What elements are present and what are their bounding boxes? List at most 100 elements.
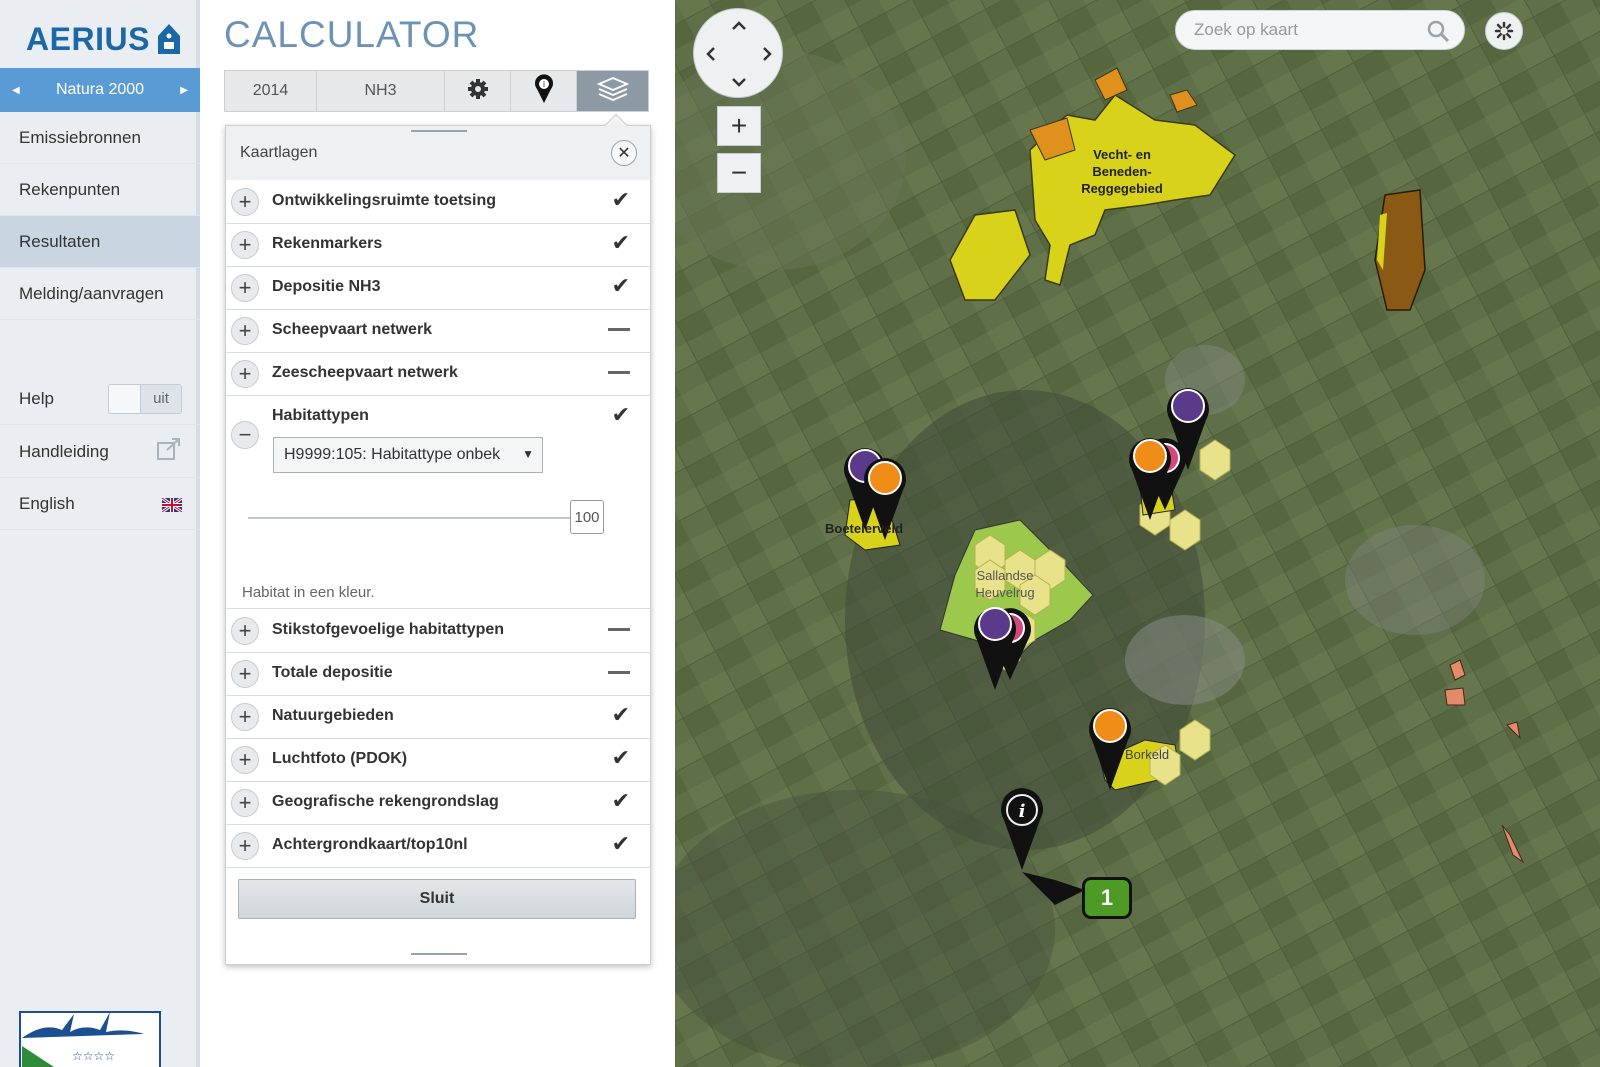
dash-icon[interactable] — [608, 328, 630, 331]
map-marker-icon: i — [534, 73, 554, 109]
aerius-logo[interactable]: AERIUS — [26, 16, 186, 62]
layer-label: Natuurgebieden — [272, 707, 394, 724]
drag-handle-top[interactable] — [411, 130, 467, 132]
dash-icon[interactable] — [608, 371, 630, 374]
area-label-boetelerveld: Boetelerveld — [825, 521, 904, 536]
layer-row-rekenmarkers[interactable]: + Rekenmarkers ✔ — [226, 223, 650, 267]
layer-label: Depositie NH3 — [272, 278, 381, 295]
substance-button[interactable]: NH3 — [317, 71, 445, 111]
drag-handle-bottom[interactable] — [411, 953, 467, 955]
layer-row-scheepvaart[interactable]: + Scheepvaart netwerk — [226, 309, 650, 353]
checkmark-icon[interactable]: ✔ — [612, 747, 630, 769]
close-icon[interactable]: ✕ — [611, 140, 637, 166]
layer-row-stikstofgevoelige[interactable]: + Stikstofgevoelige habitattypen — [226, 609, 650, 653]
scope-selector[interactable]: ◀ Natura 2000 ▶ — [0, 68, 200, 112]
layers-panel: Kaartlagen ✕ + Ontwikkelingsruimte toets… — [225, 113, 651, 965]
house-icon — [156, 22, 182, 56]
habitat-type-select[interactable]: H9999:105: Habitattype onbek ▼ — [273, 437, 543, 473]
opacity-slider[interactable] — [248, 517, 570, 519]
nav-item-rekenpunten[interactable]: Rekenpunten — [0, 164, 200, 216]
layer-label: Habitattypen — [272, 407, 369, 424]
language-label: English — [19, 493, 75, 513]
layer-label: Luchtfoto (PDOK) — [272, 750, 408, 767]
map-view[interactable]: i Vecht- en Beneden-Reggegebied Boeteler… — [675, 0, 1600, 1067]
toggle-value: uit — [141, 384, 181, 413]
nav-item-melding[interactable]: Melding/aanvragen — [0, 268, 200, 320]
pan-control[interactable] — [693, 8, 783, 98]
zoom-out-button[interactable]: − — [717, 153, 761, 193]
map-options-icon[interactable] — [1485, 12, 1523, 50]
marker-button[interactable]: i — [511, 71, 577, 111]
expand-plus-icon[interactable]: + — [231, 703, 259, 731]
expand-plus-icon[interactable]: + — [231, 188, 259, 216]
close-panel-button[interactable]: Sluit — [238, 879, 636, 919]
gear-icon — [467, 78, 489, 105]
expand-plus-icon[interactable]: + — [231, 789, 259, 817]
panel-header: Kaartlagen ✕ — [226, 126, 650, 180]
expand-plus-icon[interactable]: + — [231, 231, 259, 259]
year-button[interactable]: 2014 — [225, 71, 317, 111]
expand-plus-icon[interactable]: + — [231, 617, 259, 645]
layer-label: Zeescheepvaart netwerk — [272, 364, 458, 381]
marker-count-badge[interactable]: 1 — [1082, 877, 1132, 919]
layer-row-geografische[interactable]: + Geografische rekengrondslag ✔ — [226, 781, 650, 825]
layer-row-achtergrondkaart[interactable]: + Achtergrondkaart/top10nl ✔ — [226, 824, 650, 868]
external-link-icon — [156, 437, 182, 466]
layer-label: Geografische rekengrondslag — [272, 793, 499, 810]
map-search-input[interactable]: Zoek op kaart — [1175, 10, 1465, 50]
nav-item-label: Melding/aanvragen — [19, 283, 164, 303]
expand-plus-icon[interactable]: + — [231, 660, 259, 688]
dash-icon[interactable] — [608, 628, 630, 631]
sidebar: AERIUS ◀ Natura 2000 ▶ Emissiebronnen Re… — [0, 0, 200, 1067]
opacity-slider-handle[interactable]: 100 — [570, 500, 604, 534]
language-link[interactable]: English — [0, 478, 200, 530]
zoom-in-button[interactable]: + — [717, 106, 761, 146]
layer-row-ontwikkelingsruimte[interactable]: + Ontwikkelingsruimte toetsing ✔ — [226, 180, 650, 224]
checkmark-icon[interactable]: ✔ — [612, 704, 630, 726]
checkmark-icon[interactable]: ✔ — [612, 275, 630, 297]
manual-link[interactable]: Handleiding — [0, 426, 200, 478]
collapse-minus-icon[interactable]: − — [231, 421, 259, 449]
nav-item-emissiebronnen[interactable]: Emissiebronnen — [0, 112, 200, 164]
dash-icon[interactable] — [608, 671, 630, 674]
nav-item-label: Emissiebronnen — [19, 127, 141, 147]
expand-plus-icon[interactable]: + — [231, 832, 259, 860]
nav-item-label: Resultaten — [19, 231, 101, 251]
search-icon[interactable] — [1426, 19, 1450, 48]
pan-right-icon — [763, 47, 772, 61]
settings-button[interactable] — [445, 71, 511, 111]
expand-plus-icon[interactable]: + — [231, 317, 259, 345]
nav-item-label: Rekenpunten — [19, 179, 121, 199]
checkmark-icon[interactable]: ✔ — [612, 790, 630, 812]
expand-plus-icon[interactable]: + — [231, 360, 259, 388]
map-search-placeholder: Zoek op kaart — [1194, 20, 1298, 39]
svg-text:i: i — [542, 80, 544, 89]
habitat-select-value: H9999:105: Habitattype onbek — [284, 446, 501, 463]
natura2000-logo: ☆☆☆☆ — [14, 1002, 166, 1067]
checkmark-icon[interactable]: ✔ — [612, 189, 630, 211]
layer-row-natuurgebieden[interactable]: + Natuurgebieden ✔ — [226, 695, 650, 739]
layer-row-luchtfoto[interactable]: + Luchtfoto (PDOK) ✔ — [226, 738, 650, 782]
dropdown-arrow-icon: ▼ — [522, 447, 534, 461]
pan-up-icon — [732, 21, 746, 30]
layers-button[interactable] — [577, 71, 648, 111]
help-toggle[interactable]: uit — [108, 383, 182, 414]
expand-plus-icon[interactable]: + — [231, 746, 259, 774]
checkmark-icon[interactable]: ✔ — [612, 404, 630, 426]
area-label-sallandse: Sallandse Heuvelrug — [975, 568, 1035, 600]
layer-label: Scheepvaart netwerk — [272, 321, 433, 338]
layer-row-zeescheepvaart[interactable]: + Zeescheepvaart netwerk — [226, 352, 650, 396]
previous-arrow-icon[interactable]: ◀ — [12, 85, 20, 96]
layer-row-depositie[interactable]: + Depositie NH3 ✔ — [226, 266, 650, 310]
toolbar: 2014 NH3 i — [224, 70, 649, 112]
expand-plus-icon[interactable]: + — [231, 274, 259, 302]
layer-row-totale-depositie[interactable]: + Totale depositie — [226, 652, 650, 696]
checkmark-icon[interactable]: ✔ — [612, 232, 630, 254]
next-arrow-icon[interactable]: ▶ — [180, 85, 188, 96]
uk-flag-icon — [161, 496, 183, 513]
panel-title: Kaartlagen — [240, 144, 318, 161]
manual-label: Handleiding — [19, 441, 109, 461]
checkmark-icon[interactable]: ✔ — [612, 833, 630, 855]
nav-item-resultaten[interactable]: Resultaten — [0, 216, 200, 268]
toggle-knob — [109, 384, 141, 413]
